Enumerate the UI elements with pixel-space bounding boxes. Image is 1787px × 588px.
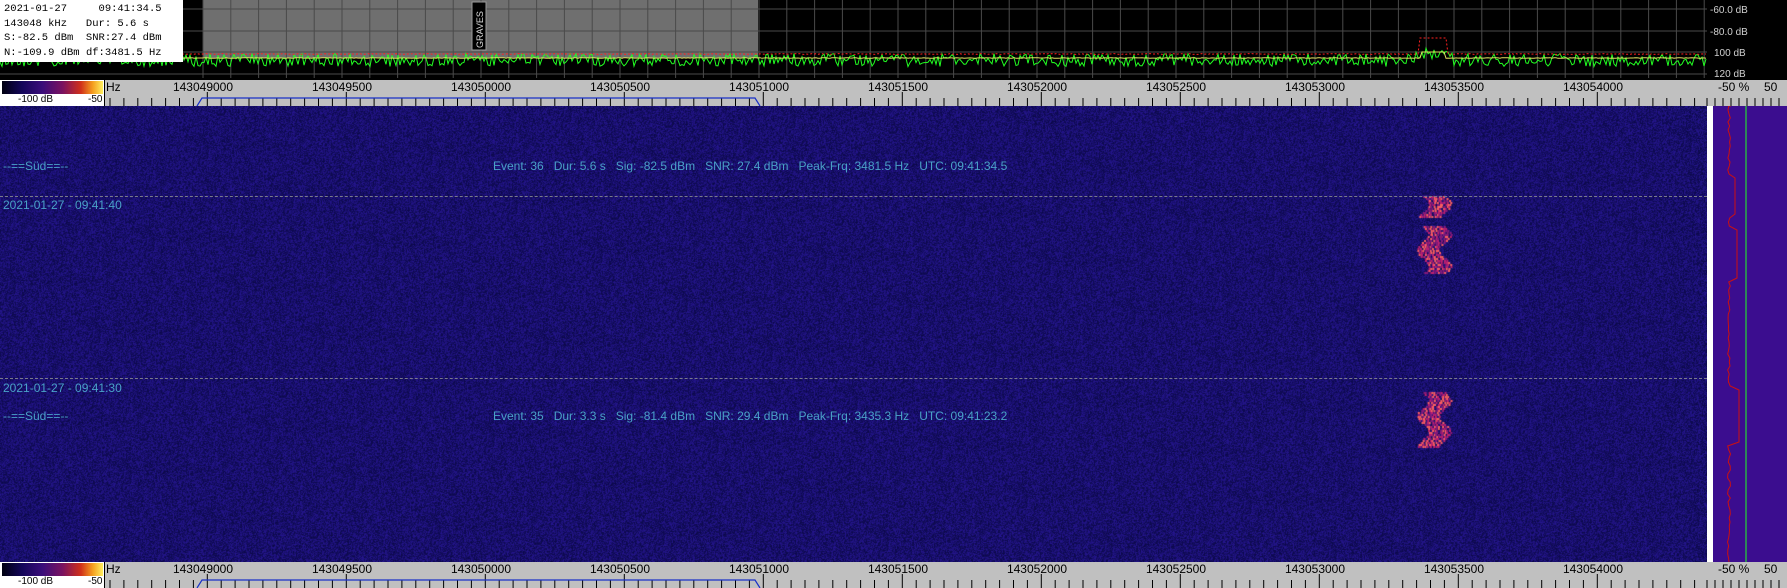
freq-label: 143052000: [1006, 80, 1068, 94]
info-row-1: 2021-01-27 09:41:34.5: [4, 2, 179, 17]
freq-label: 143050500: [589, 562, 651, 576]
db-label-60: -60.0 dB: [1710, 5, 1748, 16]
percent-label: -50 %: [1718, 80, 1750, 94]
db-label-100: 100 dB: [1714, 48, 1746, 59]
passband-bracket: [196, 579, 761, 588]
info-date: 2021-01-27: [4, 3, 68, 15]
info-row-4: N:-109.9 dBm df:3481.5 Hz: [4, 46, 179, 61]
freq-label: 143054000: [1562, 562, 1624, 576]
hz-unit: Hz: [106, 80, 121, 94]
freq-label: 143051000: [728, 562, 790, 576]
freq-label: 143054000: [1562, 80, 1624, 94]
freq-label: 143052000: [1006, 562, 1068, 576]
info-row-2: 143048 kHz Dur: 5.6 s: [4, 17, 179, 32]
timestamp-divider: [0, 196, 1707, 197]
info-df: df:3481.5 Hz: [85, 46, 162, 59]
waterfall-display[interactable]: --==Süd==-- Event: 36 Dur: 5.6 s Sig: -8…: [0, 106, 1707, 563]
freq-label: 143051500: [867, 80, 929, 94]
waterfall-timestamp: 2021-01-27 - 09:41:40: [3, 198, 122, 212]
event-annotation: Event: 36 Dur: 5.6 s Sig: -82.5 dBm SNR:…: [493, 159, 1008, 173]
percent-label: -50 %: [1718, 562, 1750, 576]
freq-label: 143053500: [1423, 562, 1485, 576]
freq-label: 143049000: [172, 80, 234, 94]
freq-label: 143049500: [311, 80, 373, 94]
freq-label: 143051000: [728, 80, 790, 94]
percent-max-label: 50: [1764, 80, 1778, 94]
history-plot: [1726, 106, 1747, 563]
timestamp-divider: [0, 378, 1707, 379]
spectrum-display[interactable]: GRAVES -60.0 dB -80.0 dB 100 dB 120 dB 2…: [0, 0, 1787, 80]
event-tag: --==Süd==--: [3, 159, 69, 173]
spectrum-plot: GRAVES -60.0 dB -80.0 dB 100 dB 120 dB: [0, 0, 1748, 80]
passband-bracket: [196, 97, 761, 106]
info-dur: Dur: 5.6 s: [85, 17, 149, 30]
event-info-box: 2021-01-27 09:41:34.5 143048 kHz Dur: 5.…: [0, 0, 183, 62]
freq-label: 143053000: [1284, 80, 1346, 94]
info-row-3: S:-82.5 dBm SNR:27.4 dBm: [4, 31, 179, 46]
freq-label: 143049000: [172, 562, 234, 576]
signal-history-panel: [1707, 106, 1787, 563]
db-label-120: 120 dB: [1714, 69, 1746, 80]
waterfall-canvas: [0, 106, 1707, 563]
event-tag: --==Süd==--: [3, 409, 69, 423]
percent-max-label: 50: [1764, 562, 1778, 576]
freq-label: 143049500: [311, 562, 373, 576]
freq-label: 143051500: [867, 562, 929, 576]
event-annotation: Event: 35 Dur: 3.3 s Sig: -81.4 dBm SNR:…: [493, 409, 1008, 423]
freq-label: 143052500: [1145, 562, 1207, 576]
frequency-scale-top[interactable]: -100 dB -50 Hz 143049000 143049500 14305…: [0, 80, 1787, 106]
waterfall-timestamp: 2021-01-27 - 09:41:30: [3, 381, 122, 395]
info-freq: 143048 kHz: [4, 17, 68, 30]
hz-unit: Hz: [106, 562, 121, 576]
freq-label: 143050000: [450, 562, 512, 576]
info-time: 09:41:34.5: [98, 3, 162, 15]
graves-marker-label: GRAVES: [475, 11, 485, 48]
freq-label: 143052500: [1145, 80, 1207, 94]
info-signal: S:-82.5 dBm: [4, 32, 74, 44]
freq-label: 143053500: [1423, 80, 1485, 94]
freq-label: 143050500: [589, 80, 651, 94]
freq-label: 143050000: [450, 80, 512, 94]
info-snr: SNR:27.4 dBm: [85, 32, 162, 44]
info-noise: N:-109.9 dBm: [4, 46, 80, 59]
frequency-scale-bottom[interactable]: -100 dB -50 Hz 143049000 143049500 14305…: [0, 562, 1787, 588]
freq-label: 143053000: [1284, 562, 1346, 576]
db-label-80: -80.0 dB: [1710, 27, 1748, 38]
